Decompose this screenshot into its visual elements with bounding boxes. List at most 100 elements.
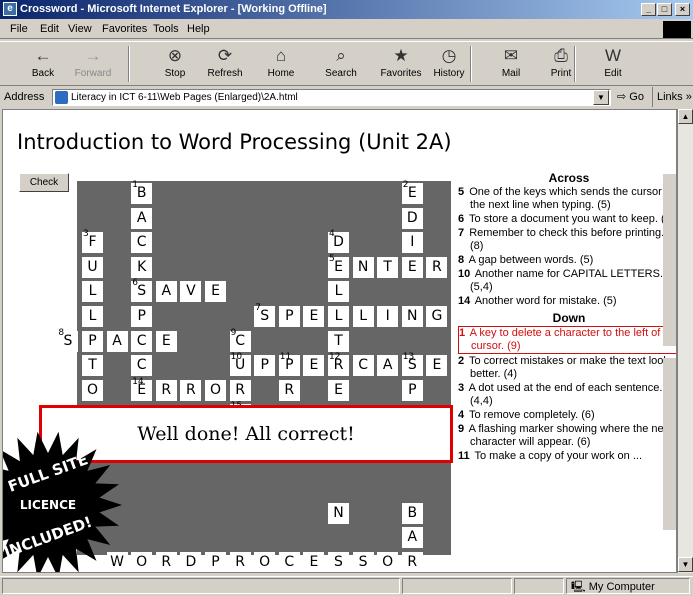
crossword-cell[interactable]: 7S	[254, 303, 276, 327]
down-clue[interactable]: 1 A key to delete a character to the lef…	[458, 326, 676, 354]
minimize-button[interactable]: _	[641, 3, 656, 16]
maximize-button[interactable]: □	[657, 3, 672, 16]
crossword-cell[interactable]: P	[278, 306, 300, 327]
crossword-cell[interactable]: R	[229, 379, 251, 401]
crossword-cell[interactable]: L	[82, 306, 103, 327]
menu-edit[interactable]: Edit	[40, 20, 59, 39]
across-scrollbar[interactable]	[663, 174, 676, 346]
crossword-cell[interactable]: S	[328, 552, 349, 572]
check-button[interactable]: Check	[19, 173, 69, 192]
crossword-cell[interactable]: E	[205, 281, 226, 303]
crossword-cell[interactable]: V	[180, 281, 202, 303]
crossword-cell[interactable]: A	[155, 281, 177, 303]
crossword-cell[interactable]: 10 U	[229, 352, 251, 377]
links-button[interactable]: Links »	[652, 87, 692, 107]
crossword-cell[interactable]: 14 E	[131, 377, 153, 401]
crossword-cell[interactable]: E	[303, 306, 325, 327]
crossword-cell[interactable]: C	[278, 552, 300, 572]
close-button[interactable]: ×	[675, 3, 690, 16]
crossword-cell[interactable]: R	[229, 552, 251, 572]
crossword-cell[interactable]: 1B	[131, 180, 153, 204]
toolbar-favorites-button[interactable]: ★ Favorites	[376, 44, 426, 84]
crossword-cell[interactable]: T	[82, 355, 103, 377]
crossword-cell[interactable]: L	[82, 281, 103, 303]
toolbar-refresh-button[interactable]: ⟳ Refresh	[200, 44, 250, 84]
crossword-cell[interactable]: 11 P	[278, 352, 300, 377]
crossword-cell[interactable]: S	[352, 552, 374, 572]
crossword-cell[interactable]: L	[328, 281, 349, 303]
across-clue[interactable]: 7 Remember to check this before printing…	[458, 227, 676, 253]
crossword-cell[interactable]: 13 S	[401, 352, 423, 377]
go-button[interactable]: ⇨ Go	[617, 87, 644, 107]
down-clue[interactable]: 2 To correct mistakes or make the text l…	[458, 355, 676, 381]
address-dropdown-icon[interactable]: ▼	[593, 90, 609, 105]
vertical-scrollbar[interactable]: ▲ ▼	[677, 109, 693, 573]
crossword-cell[interactable]: 9C	[229, 328, 251, 352]
crossword-cell[interactable]: 2E	[401, 180, 423, 204]
across-clue[interactable]: 10 Another name for CAPITAL LETTERS. (5,…	[458, 268, 676, 294]
crossword-cell[interactable]: R	[180, 379, 202, 401]
crossword-cell[interactable]: P	[254, 355, 276, 377]
crossword-cell[interactable]: L	[328, 306, 349, 327]
down-clue[interactable]: 9 A flashing marker showing where the ne…	[458, 423, 676, 449]
crossword-cell[interactable]: U	[82, 256, 103, 278]
crossword-cell[interactable]: P	[82, 330, 103, 352]
toolbar-print-button[interactable]: ⎙ Print	[536, 44, 586, 84]
toolbar-forward-button[interactable]: → Forward	[68, 44, 118, 84]
crossword-cell[interactable]: R	[426, 256, 448, 278]
crossword-cell[interactable]: E	[303, 355, 325, 377]
menu-tools[interactable]: Tools	[153, 20, 179, 39]
down-clue[interactable]: 11 To make a copy of your work on ...	[458, 450, 676, 463]
toolbar-stop-button[interactable]: ⊗ Stop	[150, 44, 200, 84]
across-clue[interactable]: 6 To store a document you want to keep. …	[458, 213, 676, 226]
crossword-cell[interactable]: O	[377, 552, 399, 572]
crossword-cell[interactable]: A	[131, 207, 153, 229]
crossword-cell[interactable]: T	[377, 256, 399, 278]
crossword-cell[interactable]: E	[303, 552, 325, 572]
toolbar-edit-button[interactable]: W Edit	[588, 44, 638, 84]
crossword-cell[interactable]: D	[401, 207, 423, 229]
crossword-cell[interactable]: B	[401, 502, 423, 524]
crossword-cell[interactable]: R	[155, 379, 177, 401]
down-clue[interactable]: 3 A dot used at the end of each sentence…	[458, 382, 676, 408]
across-clue[interactable]: 14 Another word for mistake. (5)	[458, 295, 676, 308]
crossword-cell[interactable]: 4D	[328, 229, 349, 254]
crossword-cell[interactable]: P	[205, 552, 226, 572]
crossword-cell[interactable]: A	[401, 527, 423, 549]
scroll-down-icon[interactable]: ▼	[678, 557, 693, 572]
crossword-cell[interactable]: C	[131, 355, 153, 377]
scroll-up-icon[interactable]: ▲	[678, 109, 693, 124]
crossword-cell[interactable]: 3F	[82, 229, 103, 254]
crossword-cell[interactable]: O	[205, 379, 226, 401]
crossword-cell[interactable]: 12 R	[328, 352, 349, 377]
toolbar-search-button[interactable]: ⌕ Search	[316, 44, 366, 84]
menu-favorites[interactable]: Favorites	[102, 20, 147, 39]
crossword-cell[interactable]: A	[377, 355, 399, 377]
crossword-cell[interactable]: C	[131, 232, 153, 254]
menu-view[interactable]: View	[68, 20, 92, 39]
crossword-cell[interactable]: I	[401, 232, 423, 254]
address-input[interactable]: Literacy in ICT 6-11\Web Pages (Enlarged…	[52, 89, 611, 106]
crossword-cell[interactable]: R	[278, 379, 300, 401]
across-clue[interactable]: 8 A gap between words. (5)	[458, 254, 676, 267]
crossword-cell[interactable]: A	[106, 330, 128, 352]
crossword-cell[interactable]: E	[401, 256, 423, 278]
crossword-cell[interactable]: K	[131, 256, 153, 278]
menu-help[interactable]: Help	[187, 20, 210, 39]
menu-file[interactable]: File	[10, 20, 28, 39]
crossword-cell[interactable]: C	[131, 330, 153, 352]
crossword-cell[interactable]: O	[82, 379, 103, 401]
crossword-cell[interactable]: E	[426, 355, 448, 377]
crossword-cell[interactable]: N	[328, 502, 349, 524]
toolbar-back-button[interactable]: ← Back	[18, 44, 68, 84]
toolbar-home-button[interactable]: ⌂ Home	[256, 44, 306, 84]
crossword-cell[interactable]: N	[352, 256, 374, 278]
crossword-cell[interactable]: P	[401, 379, 423, 401]
crossword-cell[interactable]: O	[254, 552, 276, 572]
crossword-cell[interactable]: D	[180, 552, 202, 572]
crossword-cell[interactable]: G	[426, 306, 448, 327]
crossword-cell[interactable]: N	[401, 306, 423, 327]
crossword-cell[interactable]: R	[155, 552, 177, 572]
crossword-cell[interactable]: 6S	[131, 278, 153, 303]
crossword-cell[interactable]: L	[352, 306, 374, 327]
